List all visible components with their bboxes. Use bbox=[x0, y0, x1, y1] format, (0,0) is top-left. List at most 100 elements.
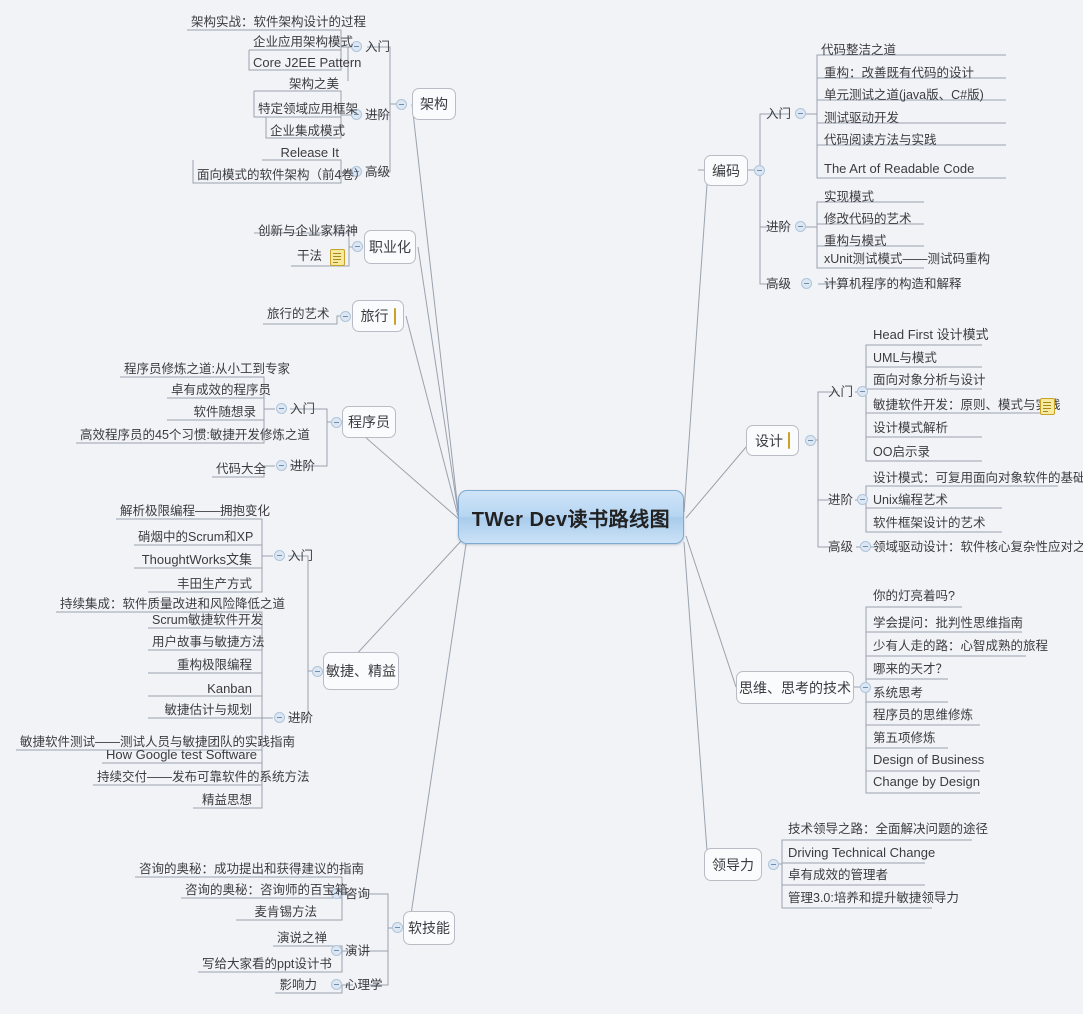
leaf-item[interactable]: 设计模式解析 bbox=[869, 422, 989, 438]
leaf-item[interactable]: 第五项修炼 bbox=[869, 732, 955, 748]
leaf-item[interactable]: 代码大全 bbox=[212, 463, 266, 479]
leaf-item[interactable]: 你的灯亮着吗? bbox=[869, 590, 969, 606]
leaf-item[interactable]: 演说之禅 bbox=[273, 932, 331, 948]
collapse-toggle-des-inter[interactable] bbox=[857, 494, 868, 505]
leaf-item[interactable]: 咨询的奥秘：咨询师的百宝箱 bbox=[181, 884, 348, 900]
leaf-item[interactable]: 重构极限编程 bbox=[148, 659, 256, 675]
leaf-item[interactable]: How Google test Software bbox=[102, 748, 257, 764]
leaf-item[interactable]: 设计模式：可复用面向对象软件的基础 bbox=[869, 472, 1083, 488]
collapse-toggle-softskills[interactable] bbox=[392, 922, 403, 933]
branch-node-softskills[interactable]: 软技能 bbox=[403, 911, 455, 945]
leaf-item[interactable]: Kanban bbox=[148, 682, 256, 698]
leaf-item[interactable]: Scrum敏捷软件开发 bbox=[148, 614, 263, 630]
leaf-item[interactable]: 管理3.0:培养和提升敏捷领导力 bbox=[784, 892, 959, 908]
leaf-item[interactable]: Design of Business bbox=[869, 753, 987, 769]
branch-node-travel[interactable]: 旅行 bbox=[352, 300, 404, 332]
leaf-item[interactable]: 实现模式 bbox=[820, 191, 924, 207]
leaf-item[interactable]: UML与模式 bbox=[869, 352, 989, 368]
leaf-item[interactable]: ThoughtWorks文集 bbox=[134, 553, 256, 569]
leaf-item[interactable]: 测试驱动开发 bbox=[820, 112, 1006, 128]
leaf-item[interactable]: Release It bbox=[262, 146, 343, 162]
collapse-toggle-agi-inter[interactable] bbox=[274, 712, 285, 723]
collapse-toggle-soft-psych[interactable] bbox=[331, 979, 342, 990]
leaf-item[interactable]: 卓有成效的程序员 bbox=[167, 384, 271, 400]
root-node[interactable]: TWer Dev读书路线图 bbox=[458, 490, 684, 544]
leaf-item[interactable]: 卓有成效的管理者 bbox=[784, 869, 926, 885]
branch-node-thinking[interactable]: 思维、思考的技术 bbox=[736, 671, 854, 704]
collapse-toggle-travel[interactable] bbox=[340, 311, 351, 322]
leaf-item[interactable]: 敏捷软件开发：原则、模式与实践 bbox=[869, 399, 1061, 415]
leaf-item[interactable]: 软件框架设计的艺术 bbox=[869, 517, 1002, 533]
leaf-item[interactable]: Driving Technical Change bbox=[784, 846, 935, 862]
leaf-item[interactable]: The Art of Readable Code bbox=[820, 162, 1006, 178]
collapse-toggle-leadership[interactable] bbox=[768, 859, 779, 870]
collapse-toggle-architecture[interactable] bbox=[396, 99, 407, 110]
leaf-item[interactable]: 创新与企业家精神 bbox=[254, 225, 358, 241]
leaf-item[interactable]: 旅行的艺术 bbox=[263, 308, 331, 324]
collapse-toggle-code-inter[interactable] bbox=[795, 221, 806, 232]
leaf-item[interactable]: Change by Design bbox=[869, 775, 987, 791]
leaf-item[interactable]: 技术领导之路：全面解决问题的途径 bbox=[784, 823, 988, 839]
collapse-toggle-des-intro[interactable] bbox=[857, 386, 868, 397]
leaf-item[interactable]: 哪来的天才？ bbox=[869, 663, 955, 679]
collapse-toggle-design[interactable] bbox=[805, 435, 816, 446]
leaf-item[interactable]: xUnit测试模式——测试码重构 bbox=[820, 253, 990, 269]
branch-node-coding[interactable]: 编码 bbox=[704, 155, 748, 186]
leaf-item[interactable]: 企业集成模式 bbox=[266, 125, 345, 141]
leaf-item[interactable]: 修改代码的艺术 bbox=[820, 213, 924, 229]
collapse-toggle-code-adv[interactable] bbox=[801, 278, 812, 289]
collapse-toggle-agile[interactable] bbox=[312, 666, 323, 677]
leaf-item[interactable]: 解析极限编程——拥抱变化 bbox=[116, 505, 270, 521]
branch-node-programmer[interactable]: 程序员 bbox=[342, 406, 396, 438]
leaf-item[interactable]: 程序员修炼之道:从小工到专家 bbox=[120, 363, 290, 379]
leaf-item[interactable]: 写给大家看的ppt设计书 bbox=[198, 958, 332, 974]
leaf-item[interactable]: 麦肯锡方法 bbox=[236, 906, 321, 922]
collapse-toggle-prog-intro[interactable] bbox=[276, 403, 287, 414]
leaf-item[interactable]: 重构：改善既有代码的设计 bbox=[820, 67, 1006, 83]
leaf-item[interactable]: 影响力 bbox=[275, 979, 321, 995]
branch-node-agile[interactable]: 敏捷、精益 bbox=[323, 652, 399, 690]
leaf-item[interactable]: 用户故事与敏捷方法 bbox=[148, 636, 265, 652]
collapse-toggle-programmer[interactable] bbox=[331, 417, 342, 428]
collapse-toggle-code-intro[interactable] bbox=[795, 108, 806, 119]
leaf-item[interactable]: 硝烟中的Scrum和XP bbox=[134, 531, 256, 547]
leaf-item[interactable]: 单元测试之道(java版、C#版) bbox=[820, 89, 1006, 105]
leaf-item[interactable]: 学会提问：批判性思维指南 bbox=[869, 617, 1029, 633]
leaf-item[interactable]: 重构与模式 bbox=[820, 235, 924, 251]
leaf-item[interactable]: 少有人走的路：心智成熟的旅程 bbox=[869, 640, 1048, 656]
collapse-toggle-prog-inter[interactable] bbox=[276, 460, 287, 471]
leaf-item[interactable]: OO启示录 bbox=[869, 446, 989, 462]
leaf-item[interactable]: 系统思考 bbox=[869, 687, 955, 703]
leaf-item[interactable]: 企业应用架构模式 bbox=[249, 36, 353, 52]
leaf-item[interactable]: Core J2EE Pattern bbox=[249, 56, 361, 72]
leaf-item[interactable]: 面向模式的软件架构（前4卷） bbox=[193, 169, 366, 185]
leaf-item[interactable]: 代码整洁之道 bbox=[817, 44, 917, 60]
leaf-item[interactable]: 特定领域应用框架 bbox=[254, 103, 358, 119]
leaf-item[interactable]: 干法 bbox=[291, 250, 326, 266]
leaf-item[interactable]: 领域驱动设计：软件核心复杂性应对之道 bbox=[869, 541, 1083, 557]
collapse-toggle-agi-intro[interactable] bbox=[274, 550, 285, 561]
leaf-item[interactable]: 咨询的奥秘：成功提出和获得建议的指南 bbox=[135, 863, 364, 879]
leaf-item[interactable]: Unix编程艺术 bbox=[869, 494, 1002, 510]
collapse-toggle-professionalism[interactable] bbox=[352, 241, 363, 252]
leaf-item[interactable]: 高效程序员的45个习惯:敏捷开发修炼之道 bbox=[76, 429, 310, 445]
leaf-item[interactable]: 面向对象分析与设计 bbox=[869, 374, 989, 390]
leaf-item[interactable]: 架构实战：软件架构设计的过程 bbox=[187, 16, 366, 32]
leaf-item[interactable]: 丰田生产方式 bbox=[148, 578, 256, 594]
leaf-item[interactable]: 持续集成：软件质量改进和风险降低之道 bbox=[56, 598, 285, 614]
leaf-item[interactable]: 精益思想 bbox=[193, 794, 256, 810]
leaf-item[interactable]: 敏捷估计与规划 bbox=[148, 704, 256, 720]
leaf-item[interactable]: 持续交付——发布可靠软件的系统方法 bbox=[93, 771, 310, 787]
leaf-item[interactable]: 代码阅读方法与实践 bbox=[820, 134, 1006, 150]
leaf-item[interactable]: 程序员的思维修炼 bbox=[869, 709, 987, 725]
collapse-toggle-coding[interactable] bbox=[754, 165, 765, 176]
leaf-item[interactable]: 软件随想录 bbox=[167, 406, 260, 422]
leaf-item[interactable]: Head First 设计模式 bbox=[869, 328, 989, 344]
collapse-toggle-soft-speak[interactable] bbox=[331, 945, 342, 956]
branch-node-professionalism[interactable]: 职业化 bbox=[364, 230, 416, 264]
branch-node-leadership[interactable]: 领导力 bbox=[704, 848, 762, 881]
branch-node-design[interactable]: 设计 bbox=[746, 425, 799, 456]
leaf-item[interactable]: 计算机程序的构造和解释 bbox=[820, 278, 970, 294]
branch-node-architecture[interactable]: 架构 bbox=[412, 88, 456, 120]
leaf-item[interactable]: 架构之美 bbox=[254, 78, 343, 94]
